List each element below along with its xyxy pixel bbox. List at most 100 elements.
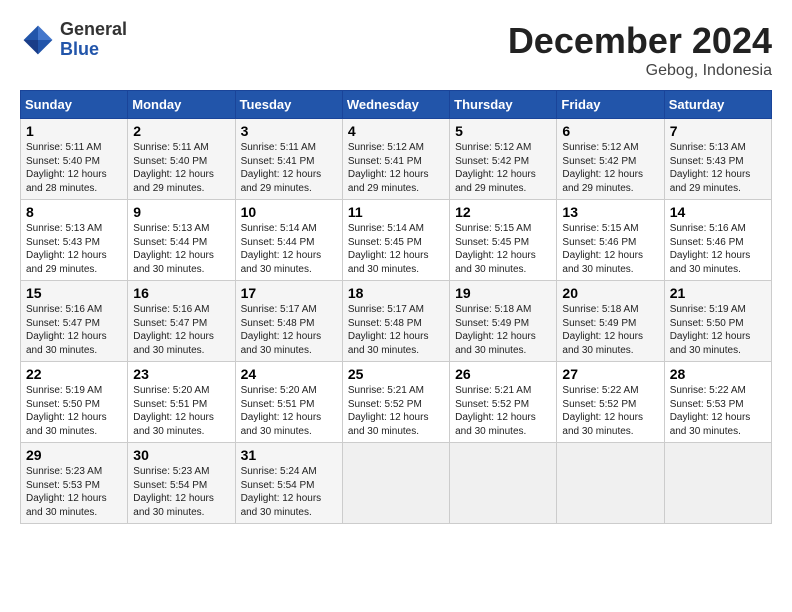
day-number: 10 [241, 204, 337, 220]
day-info: Sunrise: 5:13 AM Sunset: 5:43 PM Dayligh… [26, 222, 122, 276]
day-info: Sunrise: 5:18 AM Sunset: 5:49 PM Dayligh… [562, 303, 658, 357]
day-info: Sunrise: 5:12 AM Sunset: 5:42 PM Dayligh… [562, 141, 658, 195]
calendar-cell: 29 Sunrise: 5:23 AM Sunset: 5:53 PM Dayli… [21, 443, 128, 524]
calendar-table: SundayMondayTuesdayWednesdayThursdayFrid… [20, 90, 772, 524]
day-number: 8 [26, 204, 122, 220]
calendar-cell: 12 Sunrise: 5:15 AM Sunset: 5:45 PM Dayli… [450, 200, 557, 281]
header: General Blue December 2024 Gebog, Indone… [20, 20, 772, 80]
day-number: 15 [26, 285, 122, 301]
calendar-cell: 8 Sunrise: 5:13 AM Sunset: 5:43 PM Daylig… [21, 200, 128, 281]
calendar-cell [557, 443, 664, 524]
day-number: 31 [241, 447, 337, 463]
logo-icon [20, 22, 56, 58]
day-number: 3 [241, 123, 337, 139]
day-number: 13 [562, 204, 658, 220]
location: Gebog, Indonesia [508, 62, 772, 80]
day-info: Sunrise: 5:23 AM Sunset: 5:54 PM Dayligh… [133, 465, 229, 519]
day-info: Sunrise: 5:12 AM Sunset: 5:42 PM Dayligh… [455, 141, 551, 195]
day-number: 4 [348, 123, 444, 139]
day-number: 11 [348, 204, 444, 220]
calendar-cell [342, 443, 449, 524]
weekday-header-tuesday: Tuesday [235, 91, 342, 119]
calendar-cell [664, 443, 771, 524]
day-number: 28 [670, 366, 766, 382]
calendar-cell: 3 Sunrise: 5:11 AM Sunset: 5:41 PM Daylig… [235, 119, 342, 200]
day-info: Sunrise: 5:13 AM Sunset: 5:43 PM Dayligh… [670, 141, 766, 195]
calendar-cell: 21Sunrise: 5:19 AM Sunset: 5:50 PM Dayli… [664, 281, 771, 362]
calendar-cell: 17 Sunrise: 5:17 AM Sunset: 5:48 PM Dayli… [235, 281, 342, 362]
calendar-week-4: 22Sunrise: 5:19 AM Sunset: 5:50 PM Dayli… [21, 362, 772, 443]
weekday-header-monday: Monday [128, 91, 235, 119]
calendar-cell: 7 Sunrise: 5:13 AM Sunset: 5:43 PM Daylig… [664, 119, 771, 200]
day-number: 18 [348, 285, 444, 301]
day-number: 16 [133, 285, 229, 301]
day-info: Sunrise: 5:22 AM Sunset: 5:52 PM Dayligh… [562, 384, 658, 438]
day-info: Sunrise: 5:11 AM Sunset: 5:40 PM Dayligh… [133, 141, 229, 195]
day-info: Sunrise: 5:23 AM Sunset: 5:53 PM Dayligh… [26, 465, 122, 519]
day-info: Sunrise: 5:12 AM Sunset: 5:41 PM Dayligh… [348, 141, 444, 195]
calendar-cell: 19 Sunrise: 5:18 AM Sunset: 5:49 PM Dayli… [450, 281, 557, 362]
calendar-cell: 2 Sunrise: 5:11 AM Sunset: 5:40 PM Daylig… [128, 119, 235, 200]
day-info: Sunrise: 5:16 AM Sunset: 5:47 PM Dayligh… [26, 303, 122, 357]
logo: General Blue [20, 20, 127, 60]
day-info: Sunrise: 5:11 AM Sunset: 5:41 PM Dayligh… [241, 141, 337, 195]
weekday-header-row: SundayMondayTuesdayWednesdayThursdayFrid… [21, 91, 772, 119]
day-info: Sunrise: 5:14 AM Sunset: 5:45 PM Dayligh… [348, 222, 444, 276]
day-info: Sunrise: 5:18 AM Sunset: 5:49 PM Dayligh… [455, 303, 551, 357]
calendar-cell: 11 Sunrise: 5:14 AM Sunset: 5:45 PM Dayli… [342, 200, 449, 281]
day-info: Sunrise: 5:15 AM Sunset: 5:45 PM Dayligh… [455, 222, 551, 276]
calendar-cell: 28 Sunrise: 5:22 AM Sunset: 5:53 PM Dayli… [664, 362, 771, 443]
weekday-header-thursday: Thursday [450, 91, 557, 119]
day-info: Sunrise: 5:21 AM Sunset: 5:52 PM Dayligh… [348, 384, 444, 438]
day-number: 2 [133, 123, 229, 139]
day-number: 12 [455, 204, 551, 220]
day-number: 14 [670, 204, 766, 220]
calendar-cell: 26Sunrise: 5:21 AM Sunset: 5:52 PM Dayli… [450, 362, 557, 443]
weekday-header-wednesday: Wednesday [342, 91, 449, 119]
calendar-week-1: 1Sunrise: 5:11 AM Sunset: 5:40 PM Daylig… [21, 119, 772, 200]
weekday-header-saturday: Saturday [664, 91, 771, 119]
day-number: 17 [241, 285, 337, 301]
month-title: December 2024 [508, 20, 772, 62]
day-number: 30 [133, 447, 229, 463]
day-info: Sunrise: 5:24 AM Sunset: 5:54 PM Dayligh… [241, 465, 337, 519]
logo-general-text: General [60, 19, 127, 39]
day-info: Sunrise: 5:20 AM Sunset: 5:51 PM Dayligh… [133, 384, 229, 438]
day-number: 7 [670, 123, 766, 139]
day-number: 20 [562, 285, 658, 301]
day-info: Sunrise: 5:22 AM Sunset: 5:53 PM Dayligh… [670, 384, 766, 438]
calendar-cell: 22Sunrise: 5:19 AM Sunset: 5:50 PM Dayli… [21, 362, 128, 443]
day-number: 27 [562, 366, 658, 382]
day-info: Sunrise: 5:20 AM Sunset: 5:51 PM Dayligh… [241, 384, 337, 438]
day-number: 19 [455, 285, 551, 301]
day-number: 29 [26, 447, 122, 463]
calendar-cell: 20 Sunrise: 5:18 AM Sunset: 5:49 PM Dayli… [557, 281, 664, 362]
calendar-cell: 18 Sunrise: 5:17 AM Sunset: 5:48 PM Dayli… [342, 281, 449, 362]
day-info: Sunrise: 5:17 AM Sunset: 5:48 PM Dayligh… [241, 303, 337, 357]
day-info: Sunrise: 5:13 AM Sunset: 5:44 PM Dayligh… [133, 222, 229, 276]
calendar-cell: 15 Sunrise: 5:16 AM Sunset: 5:47 PM Dayli… [21, 281, 128, 362]
day-info: Sunrise: 5:19 AM Sunset: 5:50 PM Dayligh… [670, 303, 766, 357]
calendar-cell [450, 443, 557, 524]
day-number: 23 [133, 366, 229, 382]
weekday-header-sunday: Sunday [21, 91, 128, 119]
day-info: Sunrise: 5:15 AM Sunset: 5:46 PM Dayligh… [562, 222, 658, 276]
day-number: 24 [241, 366, 337, 382]
calendar-week-3: 15 Sunrise: 5:16 AM Sunset: 5:47 PM Dayli… [21, 281, 772, 362]
title-area: December 2024 Gebog, Indonesia [508, 20, 772, 80]
calendar-cell: 14Sunrise: 5:16 AM Sunset: 5:46 PM Dayli… [664, 200, 771, 281]
calendar-cell: 6Sunrise: 5:12 AM Sunset: 5:42 PM Daylig… [557, 119, 664, 200]
calendar-cell: 27 Sunrise: 5:22 AM Sunset: 5:52 PM Dayli… [557, 362, 664, 443]
logo-blue-text: Blue [60, 39, 99, 59]
day-info: Sunrise: 5:19 AM Sunset: 5:50 PM Dayligh… [26, 384, 122, 438]
day-info: Sunrise: 5:21 AM Sunset: 5:52 PM Dayligh… [455, 384, 551, 438]
day-info: Sunrise: 5:17 AM Sunset: 5:48 PM Dayligh… [348, 303, 444, 357]
day-number: 9 [133, 204, 229, 220]
calendar-cell: 24 Sunrise: 5:20 AM Sunset: 5:51 PM Dayli… [235, 362, 342, 443]
day-number: 25 [348, 366, 444, 382]
calendar-cell: 16 Sunrise: 5:16 AM Sunset: 5:47 PM Dayli… [128, 281, 235, 362]
calendar-cell: 30 Sunrise: 5:23 AM Sunset: 5:54 PM Dayli… [128, 443, 235, 524]
calendar-cell: 5Sunrise: 5:12 AM Sunset: 5:42 PM Daylig… [450, 119, 557, 200]
day-info: Sunrise: 5:14 AM Sunset: 5:44 PM Dayligh… [241, 222, 337, 276]
day-info: Sunrise: 5:16 AM Sunset: 5:47 PM Dayligh… [133, 303, 229, 357]
